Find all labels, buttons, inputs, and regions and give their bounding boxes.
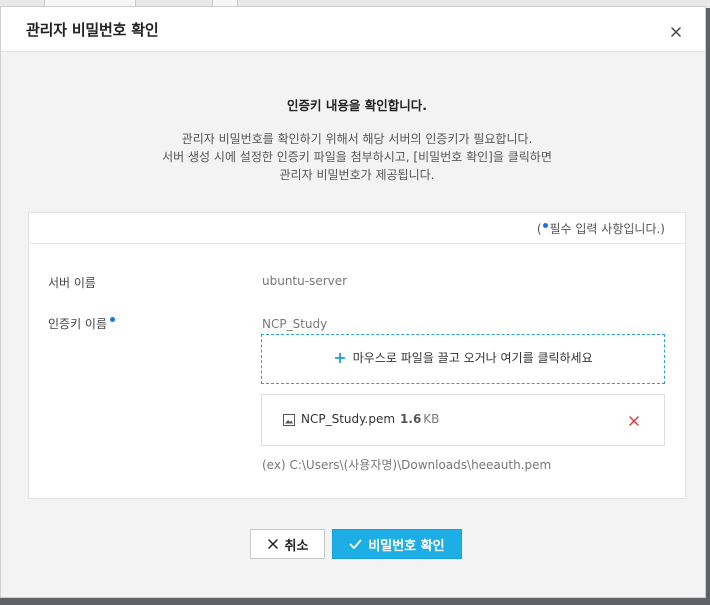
- remove-file-button[interactable]: [626, 413, 642, 429]
- close-icon: [629, 416, 639, 426]
- intro-line: 서버 생성 시에 설정한 인증키 파일을 첨부하시고, [비밀번호 확인]을 클…: [162, 150, 552, 164]
- password-confirm-modal: 관리자 비밀번호 확인 인증키 내용을 확인합니다. 관리자 비밀번호를 확인하…: [0, 6, 706, 598]
- auth-key-label: 인증키 이름: [48, 315, 116, 332]
- close-icon: [671, 27, 681, 37]
- modal-header: 관리자 비밀번호 확인: [1, 7, 705, 52]
- intro-line: 관리자 비밀번호가 제공됩니다.: [279, 168, 435, 182]
- intro-line: 관리자 비밀번호를 확인하기 위해서 해당 서버의 인증키가 필요합니다.: [181, 132, 533, 146]
- auth-key-label-text: 인증키 이름: [48, 317, 108, 331]
- plus-icon: +: [333, 348, 347, 367]
- server-name-value: ubuntu-server: [262, 274, 348, 288]
- required-note-open: (: [536, 222, 542, 236]
- confirm-label: 비밀번호 확인: [368, 538, 445, 554]
- intro-heading: 인증키 내용을 확인합니다.: [287, 98, 427, 113]
- form-panel: ( 필수 입력 사항입니다.) 서버 이름 ubuntu-server 인증키 이…: [28, 212, 686, 499]
- file-name-row: NCP_Study.pem 1.6 KB: [301, 412, 439, 426]
- confirm-password-button[interactable]: 비밀번호 확인: [332, 529, 462, 559]
- check-icon: [349, 539, 362, 549]
- required-note: ( 필수 입력 사항입니다.): [537, 220, 665, 237]
- file-size-unit: KB: [423, 412, 440, 426]
- required-dot-icon: [542, 223, 548, 228]
- file-size: 1.6: [400, 412, 422, 426]
- server-name-label: 서버 이름: [48, 276, 96, 290]
- file-path-hint: (ex) C:\Users\(사용자명)\Downloads\heeauth.p…: [262, 458, 552, 472]
- file-name: NCP_Study.pem: [301, 412, 396, 426]
- auth-key-value: NCP_Study: [262, 317, 328, 331]
- intro-section: 인증키 내용을 확인합니다. 관리자 비밀번호를 확인하기 위해서 해당 서버의…: [1, 95, 710, 184]
- required-note-text: 필수 입력 사항입니다.): [549, 222, 666, 236]
- close-icon: [267, 539, 278, 549]
- divider: [29, 243, 685, 244]
- cancel-label: 취소: [284, 538, 309, 554]
- attached-file: NCP_Study.pem 1.6 KB: [261, 394, 665, 446]
- close-button[interactable]: [665, 21, 687, 43]
- cancel-button[interactable]: 취소: [250, 529, 325, 559]
- image-file-icon: [283, 414, 295, 426]
- file-dropzone[interactable]: + 마우스로 파일을 끌고 오거나 여기를 클릭하세요: [261, 334, 665, 384]
- dropzone-text: 마우스로 파일을 끌고 오거나 여기를 클릭하세요: [352, 351, 593, 365]
- required-dot-icon: [110, 317, 116, 322]
- modal-title: 관리자 비밀번호 확인: [26, 21, 159, 39]
